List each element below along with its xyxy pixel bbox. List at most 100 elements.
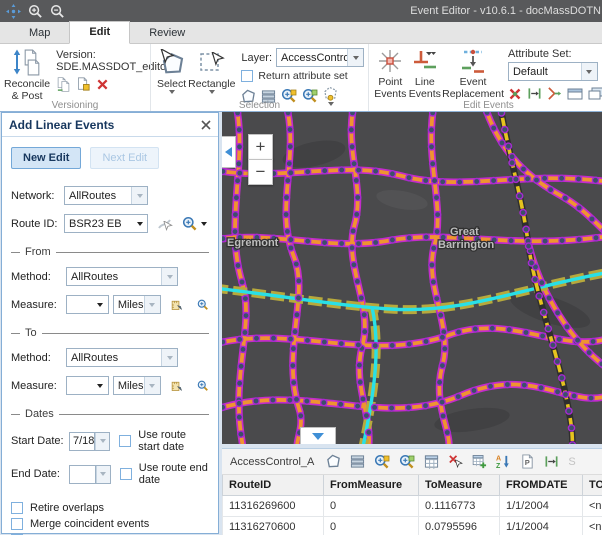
attribute-set-select[interactable]: Default	[508, 62, 598, 81]
point-events-button[interactable]: Point Events	[373, 47, 408, 101]
collapse-table-panel-button[interactable]	[300, 427, 336, 444]
events-panel-icon[interactable]	[567, 87, 583, 101]
use-route-end-label: Use route end date	[139, 462, 209, 486]
select-features-icon[interactable]	[326, 454, 341, 469]
pan-icon[interactable]	[6, 4, 21, 19]
to-measure-combo[interactable]	[66, 376, 109, 395]
to-units-value: Miles	[114, 380, 144, 392]
chevron-left-icon	[225, 147, 232, 157]
return-attribute-set-checkbox[interactable]	[241, 70, 253, 82]
end-date-picker[interactable]	[95, 465, 111, 484]
select-button[interactable]: Select	[155, 47, 188, 95]
column-header[interactable]: FROMDATE	[500, 475, 583, 496]
map-zoom-in-button[interactable]: +	[248, 134, 273, 160]
group-edit-events: Point Events Line Events Event Replaceme…	[368, 44, 602, 111]
event-replacement-button[interactable]: Event Replacement	[442, 47, 504, 101]
map-background	[222, 112, 602, 444]
event-editor-window: Event Editor - v10.6.1 - docMassDOTN Map…	[0, 0, 602, 535]
from-units-select[interactable]: Miles	[113, 295, 161, 314]
pan-to-selection-icon[interactable]	[399, 454, 415, 470]
sort-icon[interactable]: AZ	[496, 454, 511, 469]
delete-version-icon[interactable]	[96, 78, 109, 91]
svg-text:Z: Z	[496, 463, 501, 469]
tab-map[interactable]: Map	[10, 23, 69, 44]
ribbon: Reconcile & Post Version: SDE.MASSDOT_ed…	[0, 44, 602, 112]
from-zoom-icon[interactable]	[197, 297, 209, 313]
field-calculator-icon[interactable]	[424, 454, 439, 469]
panel-title: Add Linear Events	[9, 118, 201, 132]
to-method-label: Method:	[11, 352, 66, 364]
attribute-set-page-icon[interactable]: P	[520, 454, 535, 469]
show-attributes-icon[interactable]	[350, 454, 365, 469]
rectangle-dropdown-caret-icon[interactable]	[209, 90, 215, 94]
attribute-set-caret[interactable]	[581, 63, 597, 80]
map-canvas[interactable]: Egremont Great Barrington + −	[222, 112, 602, 444]
rectangle-button[interactable]: Rectangle	[188, 47, 235, 95]
to-units-select[interactable]: Miles	[113, 376, 161, 395]
zoom-to-selection-icon[interactable]	[374, 454, 390, 470]
clear-table-selection-icon[interactable]	[448, 454, 463, 469]
compare-versions-icon[interactable]	[56, 77, 71, 92]
add-linear-events-panel: Add Linear Events New Edit Next Edit Net…	[1, 112, 219, 534]
next-edit-button[interactable]: Next Edit	[90, 147, 159, 169]
line-events-button[interactable]: Line Events	[408, 47, 443, 101]
new-edit-button[interactable]: New Edit	[11, 147, 81, 169]
new-version-icon[interactable]	[76, 77, 91, 92]
reconcile-post-label: Reconcile & Post	[4, 78, 50, 102]
gap-events-icon[interactable]	[527, 86, 542, 101]
column-header[interactable]: TODATE	[583, 475, 602, 496]
to-measure-label: Measure:	[11, 380, 66, 392]
layer-select[interactable]: AccessControl_A	[276, 48, 364, 67]
table-row[interactable]: 1131626960000.11167731/1/2004<null>N	[223, 496, 602, 517]
route-zoom-menu[interactable]	[182, 216, 207, 232]
route-id-label: Route ID:	[11, 218, 64, 230]
to-measure-on-map-icon[interactable]	[171, 378, 183, 394]
event-table: RouteIDFromMeasureToMeasureFROMDATETODAT…	[222, 475, 602, 535]
route-id-select[interactable]: BSR23 EB	[64, 214, 148, 233]
to-method-select[interactable]: AllRoutes	[66, 348, 178, 367]
tab-review[interactable]: Review	[130, 23, 204, 44]
zoom-in-icon[interactable]	[28, 4, 43, 19]
route-id-caret-icon	[137, 222, 143, 226]
merge-events-icon[interactable]	[547, 86, 562, 101]
use-route-start-checkbox[interactable]	[119, 435, 131, 447]
svg-text:A: A	[496, 456, 501, 463]
from-measure-on-map-icon[interactable]	[171, 297, 183, 313]
table-layer-name[interactable]: AccessControl_A	[230, 456, 314, 468]
table-row[interactable]: 1131627060000.07955961/1/2004<null>N	[223, 517, 602, 535]
start-date-picker[interactable]	[94, 432, 110, 451]
start-date-input[interactable]: 7/18/	[69, 432, 95, 451]
to-zoom-icon[interactable]	[197, 378, 209, 394]
column-header[interactable]: ToMeasure	[419, 475, 500, 496]
map-zoom-out-button[interactable]: −	[248, 159, 273, 185]
from-method-select[interactable]: AllRoutes	[66, 267, 178, 286]
select-route-on-map-icon[interactable]	[157, 216, 173, 232]
end-date-input[interactable]	[69, 465, 96, 484]
split-event-icon[interactable]	[508, 87, 522, 101]
add-record-icon[interactable]	[472, 454, 487, 469]
select-dropdown-caret-icon[interactable]	[169, 90, 175, 94]
column-header[interactable]: RouteID	[223, 475, 324, 496]
network-select[interactable]: AllRoutes	[64, 186, 148, 205]
zoom-out-icon[interactable]	[50, 4, 65, 19]
merge-coincident-label: Merge coincident events	[30, 518, 149, 530]
use-route-end-checkbox[interactable]	[120, 468, 132, 480]
column-header[interactable]: FromMeasure	[324, 475, 419, 496]
gap-tool-icon[interactable]	[544, 454, 559, 469]
group-label-edit-events: Edit Events	[369, 100, 602, 111]
collapse-left-panel-button[interactable]	[222, 136, 236, 168]
tab-edit[interactable]: Edit	[69, 21, 130, 44]
merge-coincident-checkbox[interactable]	[11, 518, 23, 530]
retire-overlaps-label: Retire overlaps	[30, 502, 104, 514]
panel-header: Add Linear Events	[2, 113, 218, 137]
map-svg: Egremont Great Barrington	[222, 112, 602, 444]
from-measure-combo[interactable]	[66, 295, 109, 314]
event-replacement-label: Event Replacement	[442, 76, 504, 100]
select-label: Select	[157, 78, 186, 90]
layer-select-caret[interactable]	[347, 49, 363, 66]
event-replacement-icon	[460, 48, 486, 74]
close-icon[interactable]	[201, 120, 211, 130]
cascade-windows-icon[interactable]	[588, 87, 602, 101]
retire-overlaps-checkbox[interactable]	[11, 502, 23, 514]
reconcile-post-button[interactable]: Reconcile & Post	[4, 47, 50, 103]
